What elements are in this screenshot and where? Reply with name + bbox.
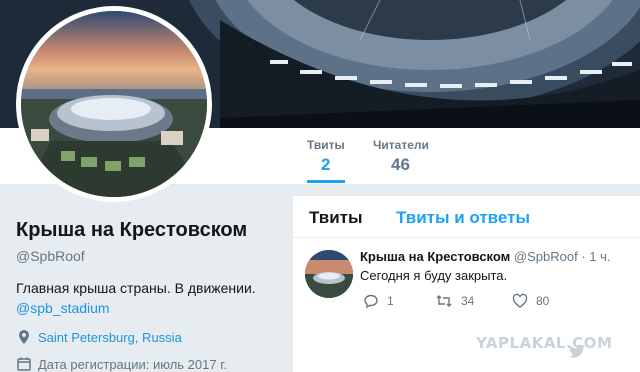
tweet-separator: · [581, 249, 586, 264]
profile-info: Крыша на Крестовском @SpbRoof Главная кр… [0, 186, 292, 372]
heart-icon [512, 293, 528, 308]
calendar-icon [17, 357, 31, 371]
tweet-header: Крыша на Крестовском @SpbRoof · 1 ч. [360, 249, 611, 264]
tweet-timestamp[interactable]: 1 ч. [589, 249, 610, 264]
location-pin-icon [19, 330, 29, 344]
twitter-bird-icon [569, 344, 585, 358]
like-button[interactable]: 80 [512, 293, 549, 309]
stat-tweets-value: 2 [321, 155, 331, 174]
tab-tweets[interactable]: Твиты [309, 208, 362, 228]
profile-joined: Дата регистрации: июль 2017 г. [16, 356, 227, 372]
watermark: YAPLAKAL.COM [476, 334, 613, 352]
retweet-icon [436, 295, 452, 307]
tweet-avatar-image [305, 250, 353, 298]
profile-avatar[interactable] [16, 6, 212, 202]
profile-location: Saint Petersburg, Russia [16, 329, 182, 345]
reply-count: 1 [387, 294, 394, 308]
retweet-button[interactable]: 34 [435, 293, 474, 309]
stat-followers-label: Читатели [373, 138, 429, 152]
stat-followers-value: 46 [391, 155, 410, 174]
stadium-avatar-image [21, 11, 207, 197]
profile-joined-text: Дата регистрации: июль 2017 г. [38, 356, 227, 372]
retweet-count: 34 [461, 294, 475, 308]
tweet-author-name[interactable]: Крыша на Крестовском [360, 249, 510, 264]
profile-bio-text: Главная крыша страны. В движении. [16, 280, 256, 296]
profile-bio: Главная крыша страны. В движении. @spb_s… [16, 278, 286, 318]
profile-handle[interactable]: @SpbRoof [16, 248, 85, 264]
profile-bio-link[interactable]: @spb_stadium [16, 300, 110, 316]
stat-tweets[interactable]: Твиты 2 [307, 138, 345, 183]
reply-icon [364, 294, 378, 309]
like-count: 80 [536, 294, 550, 308]
reply-button[interactable]: 1 [363, 293, 394, 309]
tweet-text: Сегодня я буду закрыта. [360, 268, 508, 283]
tweet-author-handle[interactable]: @SpbRoof [514, 249, 578, 264]
tweet-actions: 1 34 80 [360, 293, 630, 313]
tab-tweets-replies[interactable]: Твиты и ответы [396, 208, 530, 228]
timeline-tabs: Твиты Твиты и ответы [293, 196, 640, 238]
profile-location-link[interactable]: Saint Petersburg, Russia [38, 330, 182, 345]
profile-name: Крыша на Крестовском [16, 219, 248, 241]
tweet-avatar[interactable] [305, 250, 353, 298]
stat-tweets-label: Твиты [307, 138, 345, 152]
stat-followers[interactable]: Читатели 46 [373, 138, 429, 175]
profile-page: Твиты 2 Читатели 46 Крыша на Крестовском… [0, 0, 640, 372]
